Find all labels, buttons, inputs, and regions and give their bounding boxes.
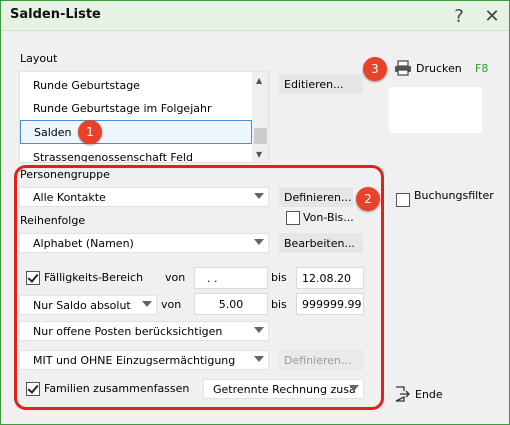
layout-item[interactable]: Runde Geburtstage im Folgejahr: [20, 96, 252, 120]
layout-item-selected[interactable]: Salden: [20, 120, 252, 144]
scroll-up-icon[interactable]: ▲: [256, 76, 262, 85]
scroll-down-icon[interactable]: ▼: [256, 150, 262, 159]
annotation-badge-2: 2: [356, 187, 380, 211]
annotation-badge-3: 3: [363, 57, 387, 81]
print-label: Drucken: [416, 61, 462, 75]
print-button[interactable]: Drucken: [394, 60, 462, 76]
preview-area: [389, 87, 482, 133]
window-title: Salden-Liste: [10, 7, 101, 22]
layout-item[interactable]: Strassengenossenschaft Feld: [20, 145, 252, 163]
exit-button[interactable]: Ende: [394, 386, 443, 402]
scroll-thumb[interactable]: [254, 128, 267, 144]
layout-label: Layout: [20, 52, 58, 65]
exit-icon: [395, 386, 410, 402]
salden-liste-dialog: Salden-Liste ? ✕ Layout Runde Geburtstag…: [0, 0, 510, 425]
layout-edit-button[interactable]: Editieren...: [279, 74, 363, 94]
print-shortcut: F8: [475, 62, 489, 75]
annotation-badge-1: 1: [78, 120, 102, 144]
exit-label: Ende: [415, 387, 443, 401]
booking-filter-label: Buchungsfilter: [414, 189, 494, 202]
layout-listbox[interactable]: Runde Geburtstage Runde Geburtstage im F…: [19, 71, 269, 163]
help-icon[interactable]: ?: [447, 4, 471, 28]
highlight-frame: [14, 165, 384, 410]
layout-edit-label: Editieren...: [284, 77, 344, 91]
booking-filter-checkbox[interactable]: [396, 193, 410, 207]
title-bar: Salden-Liste ? ✕: [1, 1, 509, 31]
layout-scrollbar[interactable]: ▲ ▼: [252, 72, 268, 162]
printer-icon: [395, 60, 411, 76]
layout-item[interactable]: Runde Geburtstage: [20, 73, 252, 97]
close-icon[interactable]: ✕: [480, 4, 504, 28]
